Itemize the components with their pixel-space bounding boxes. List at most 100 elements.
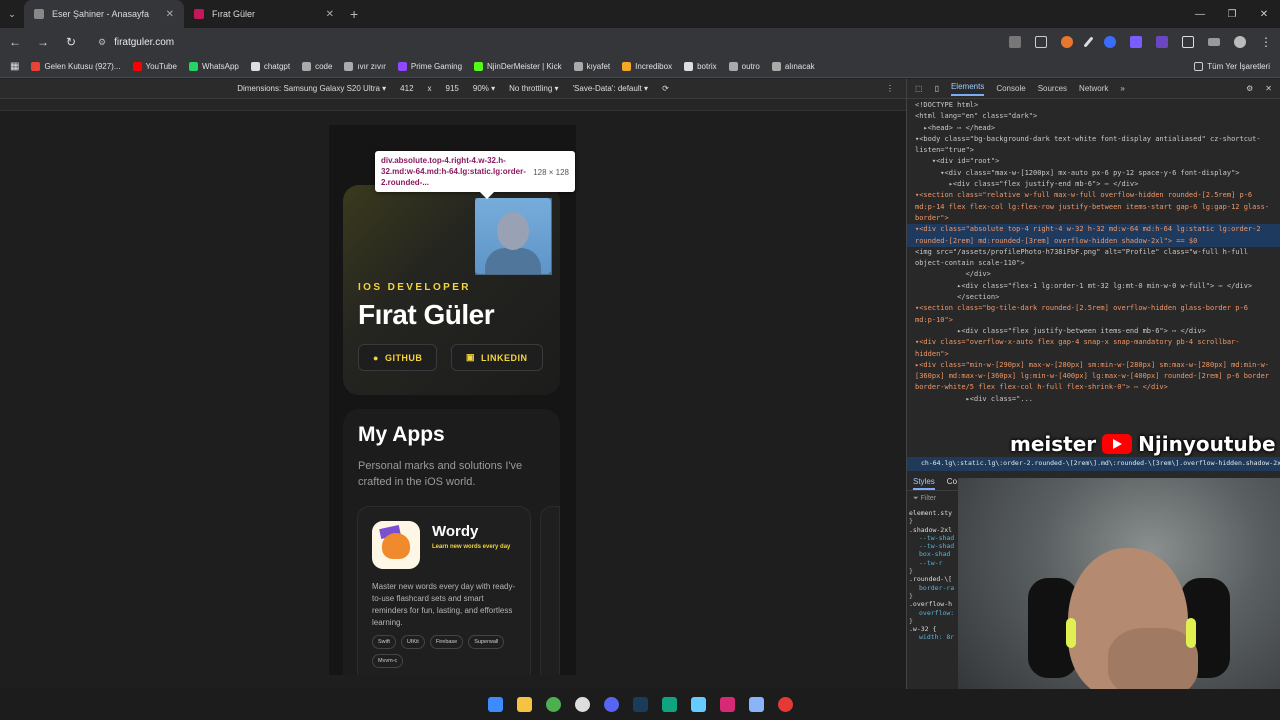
chrome-icon[interactable] — [545, 697, 561, 712]
dom-line[interactable]: ▾<div class="overflow-x-auto flex gap-4 … — [915, 337, 1273, 360]
notepad-icon[interactable] — [690, 697, 706, 712]
device-toggle-icon[interactable]: ▯ — [935, 84, 939, 93]
device-dimensions-select[interactable]: Dimensions: Samsung Galaxy S20 Ultra ▾ — [237, 84, 386, 93]
devtools-close-icon[interactable]: ✕ — [1265, 84, 1272, 93]
app-card-next[interactable] — [540, 506, 560, 675]
devtools-tabs: ⬚ ▯ Elements Console Sources Network » ⚙… — [907, 79, 1280, 99]
site-info-icon[interactable]: ⚙ — [98, 37, 106, 48]
bookmark-kick[interactable]: NjinDerMeister | Kick — [474, 62, 562, 71]
bookmark-folder-alinacak[interactable]: alınacak — [771, 62, 815, 71]
back-button[interactable]: ← — [8, 35, 22, 49]
url-text[interactable]: firatguler.com — [114, 37, 174, 48]
tab-sources[interactable]: Sources — [1038, 84, 1067, 93]
media-control-icon[interactable] — [1208, 38, 1220, 46]
device-width-input[interactable]: 412 — [400, 84, 413, 93]
tab-firat-guler[interactable]: Fırat Güler ✕ — [184, 0, 344, 28]
dom-line[interactable]: </div> — [915, 269, 1273, 280]
bookmark-chatgpt[interactable]: chatgpt — [250, 62, 290, 71]
forward-button[interactable]: → — [36, 35, 50, 49]
steam-icon[interactable] — [632, 697, 648, 712]
all-bookmarks-folder[interactable]: Tüm Yer İşaretleri — [1194, 62, 1270, 71]
pen-icon[interactable] — [1083, 36, 1094, 48]
css-line: width: 8r — [919, 633, 955, 642]
bookmark-youtube[interactable]: YouTube — [132, 62, 177, 71]
save-data-select[interactable]: 'Save-Data': default ▾ — [573, 84, 649, 93]
bookmark-botrix[interactable]: botrix — [684, 62, 717, 71]
dom-line[interactable]: ▾<section class="bg-tile-dark rounded-[2… — [915, 303, 1273, 326]
inspect-element-icon[interactable]: ⬚ — [915, 84, 923, 93]
bookmark-prime-gaming[interactable]: Prime Gaming — [397, 62, 462, 71]
dom-line[interactable]: ▸<div class="... — [915, 394, 1273, 405]
bookmark-folder-ivir-zivir[interactable]: ıvır zıvır — [344, 62, 386, 71]
discord-icon[interactable] — [603, 697, 619, 712]
bookmark-folder-code[interactable]: code — [302, 62, 332, 71]
dom-line[interactable]: <!DOCTYPE html> — [915, 100, 1273, 111]
incredibox-icon — [622, 62, 632, 71]
more-tabs-button[interactable]: » — [1120, 84, 1124, 93]
zoom-select[interactable]: 90% ▾ — [473, 84, 495, 93]
bookmark-folder-kiyafet[interactable]: kıyafet — [573, 62, 610, 71]
chatgpt-app-icon[interactable] — [661, 697, 677, 712]
new-tab-button[interactable]: + — [350, 6, 358, 22]
dom-line[interactable]: ▾<section class="relative w-full max-w-f… — [915, 190, 1273, 224]
bookmark-gmail[interactable]: Gelen Kutusu (927)... — [31, 62, 121, 71]
linkedin-button[interactable]: ▣ LINKEDIN — [451, 344, 543, 371]
dom-line[interactable]: ▸<head> ⋯ </head> — [915, 123, 1273, 134]
tab-eser-sahiner[interactable]: Eser Şahiner - Anasayfa ✕ — [24, 0, 184, 28]
tab-search-icon[interactable]: ⌄ — [0, 9, 24, 20]
dom-line[interactable]: ▾<div id="root"> — [915, 156, 1273, 167]
address-bar[interactable]: ⚙ firatguler.com — [98, 37, 174, 48]
dom-line[interactable]: <img src="/assets/profilePhoto-h738iFbF.… — [915, 247, 1273, 270]
device-menu-kebab-icon[interactable]: ⋮ — [886, 84, 894, 93]
menu-kebab-icon[interactable]: ⋮ — [1260, 35, 1272, 49]
prime-gaming-icon — [397, 62, 407, 71]
extensions-puzzle-icon[interactable] — [1182, 36, 1194, 48]
file-explorer-icon[interactable] — [516, 697, 532, 712]
settings-app-icon[interactable] — [748, 697, 764, 712]
obs-icon[interactable] — [574, 697, 590, 712]
throttling-select[interactable]: No throttling ▾ — [509, 84, 558, 93]
tab-elements[interactable]: Elements — [950, 82, 985, 96]
devtools-settings-icon[interactable]: ⚙ — [1246, 84, 1253, 93]
instagram-app-icon[interactable] — [719, 697, 735, 712]
d-extension-icon[interactable] — [1130, 36, 1142, 48]
dom-line[interactable]: ▸<div class="flex-1 lg:order-1 mt-32 lg:… — [915, 281, 1273, 292]
github-button[interactable]: ● GITHUB — [358, 344, 438, 371]
tab-styles[interactable]: Styles — [913, 477, 935, 490]
translate-icon[interactable] — [1009, 36, 1021, 48]
dom-line[interactable]: </section> — [915, 292, 1273, 303]
audio-extension-icon[interactable] — [1104, 36, 1116, 48]
rotate-icon[interactable]: ⟳ — [662, 84, 669, 93]
minimize-button[interactable]: — — [1184, 0, 1216, 28]
extension-icon[interactable] — [1061, 36, 1073, 48]
bookmark-incredibox[interactable]: Incredibox — [622, 62, 672, 71]
dom-line[interactable]: <html lang="en" class="dark"> — [915, 111, 1273, 122]
device-toolbar: Dimensions: Samsung Galaxy S20 Ultra ▾ 4… — [0, 79, 906, 99]
close-icon[interactable]: ✕ — [166, 9, 174, 20]
dom-line[interactable]: ▸<div class="flex justify-between items-… — [915, 326, 1273, 337]
dom-breadcrumb[interactable]: ch-64.lg\:static.lg\:order-2.rounded-\[2… — [907, 457, 1280, 471]
close-icon[interactable]: ✕ — [326, 9, 334, 20]
recorder-icon[interactable] — [777, 697, 793, 712]
profile-avatar[interactable] — [1234, 36, 1246, 48]
dom-line-selected[interactable]: ▾<div class="absolute top-4 right-4 w-32… — [907, 224, 1280, 247]
tab-network[interactable]: Network — [1079, 84, 1108, 93]
bookmark-star-icon[interactable] — [1035, 36, 1047, 48]
tab-console[interactable]: Console — [996, 84, 1025, 93]
bookmark-folder-outro[interactable]: outro — [728, 62, 760, 71]
styles-filter-input[interactable]: ⏷ Filter — [913, 495, 936, 503]
reload-button[interactable]: ↻ — [64, 35, 78, 49]
maximize-button[interactable]: ❐ — [1216, 0, 1248, 28]
close-window-button[interactable]: ✕ — [1248, 0, 1280, 28]
tab-computed[interactable]: Co — [947, 477, 957, 490]
windows-start-icon[interactable] — [487, 697, 503, 712]
dom-line[interactable]: ▸<div class="flex justify-end mb-6"> ⋯ <… — [915, 179, 1273, 190]
bookmark-whatsapp[interactable]: WhatsApp — [188, 62, 239, 71]
dom-line[interactable]: ▸<div class="min-w-[290px] max-w-[280px]… — [915, 360, 1273, 394]
dom-line[interactable]: ▾<div class="max-w-[1200px] mx-auto px-6… — [915, 168, 1273, 179]
apps-grid-icon[interactable]: ▦ — [10, 61, 19, 72]
gmail-icon — [31, 62, 41, 71]
dom-line[interactable]: ▾<body class="bg-background-dark text-wh… — [915, 134, 1273, 157]
ia-extension-icon[interactable] — [1156, 36, 1168, 48]
device-height-input[interactable]: 915 — [446, 84, 459, 93]
